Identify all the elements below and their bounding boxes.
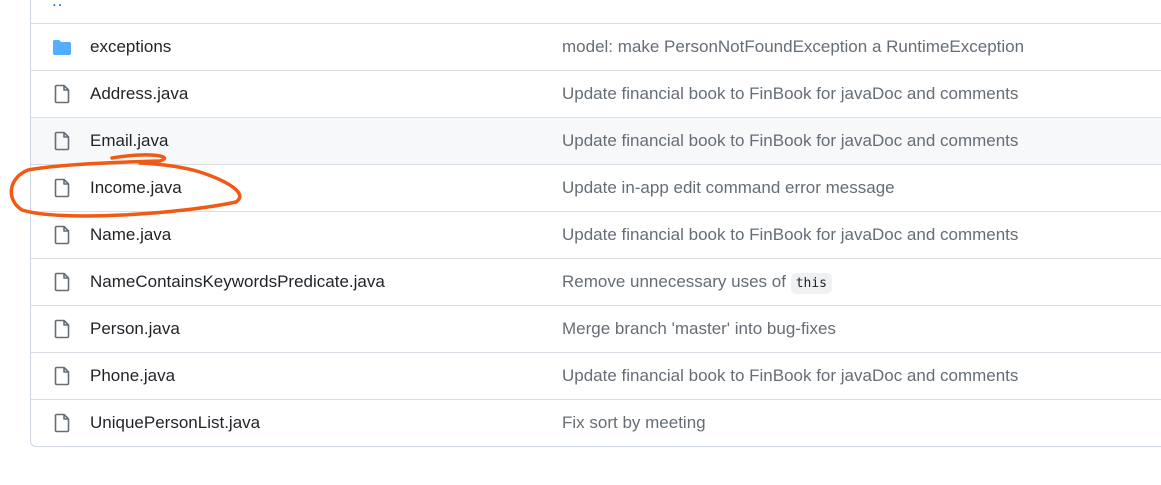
file-name-link[interactable]: Address.java	[90, 84, 188, 104]
file-row[interactable]: Phone.java Update financial book to FinB…	[31, 352, 1161, 399]
file-icon	[51, 412, 73, 434]
file-row[interactable]: Address.java Update financial book to Fi…	[31, 70, 1161, 117]
file-icon	[51, 224, 73, 246]
file-name-link[interactable]: NameContainsKeywordsPredicate.java	[90, 272, 385, 292]
parent-directory-link[interactable]: ..	[52, 0, 63, 11]
file-list-table: .. exceptions model: make PersonNotFound…	[30, 0, 1161, 447]
commit-message-link[interactable]: model: make PersonNotFoundException a Ru…	[562, 37, 1024, 57]
commit-message-link[interactable]: Merge branch 'master' into bug-fixes	[562, 319, 836, 339]
commit-message-link[interactable]: Update financial book to FinBook for jav…	[562, 225, 1018, 245]
file-row[interactable]: exceptions model: make PersonNotFoundExc…	[31, 23, 1161, 70]
file-icon	[51, 365, 73, 387]
file-name-link[interactable]: exceptions	[90, 37, 171, 57]
commit-message-link[interactable]: Fix sort by meeting	[562, 413, 706, 433]
file-row[interactable]: UniquePersonList.java Fix sort by meetin…	[31, 399, 1161, 446]
commit-message-link[interactable]: Remove unnecessary uses of this	[562, 272, 832, 294]
parent-directory-row[interactable]: ..	[31, 0, 1161, 23]
commit-message-link[interactable]: Update financial book to FinBook for jav…	[562, 366, 1018, 386]
file-row[interactable]: Person.java Merge branch 'master' into b…	[31, 305, 1161, 352]
file-icon	[51, 271, 73, 293]
file-icon	[51, 83, 73, 105]
commit-message-link[interactable]: Update in-app edit command error message	[562, 178, 895, 198]
file-icon	[51, 318, 73, 340]
file-name-link[interactable]: Email.java	[90, 131, 168, 151]
file-name-link[interactable]: Name.java	[90, 225, 171, 245]
inline-code: this	[790, 273, 832, 294]
folder-icon	[51, 36, 73, 58]
file-row[interactable]: Email.java Update financial book to FinB…	[31, 117, 1161, 164]
file-row[interactable]: Income.java Update in-app edit command e…	[31, 164, 1161, 211]
file-name-link[interactable]: UniquePersonList.java	[90, 413, 260, 433]
commit-message-link[interactable]: Update financial book to FinBook for jav…	[562, 84, 1018, 104]
file-icon	[51, 177, 73, 199]
file-name-link[interactable]: Income.java	[90, 178, 182, 198]
commit-message-link[interactable]: Update financial book to FinBook for jav…	[562, 131, 1018, 151]
file-row[interactable]: Name.java Update financial book to FinBo…	[31, 211, 1161, 258]
file-row[interactable]: NameContainsKeywordsPredicate.java Remov…	[31, 258, 1161, 305]
file-icon	[51, 130, 73, 152]
file-name-link[interactable]: Person.java	[90, 319, 180, 339]
file-name-link[interactable]: Phone.java	[90, 366, 175, 386]
commit-message-text: Remove unnecessary uses of	[562, 272, 786, 291]
